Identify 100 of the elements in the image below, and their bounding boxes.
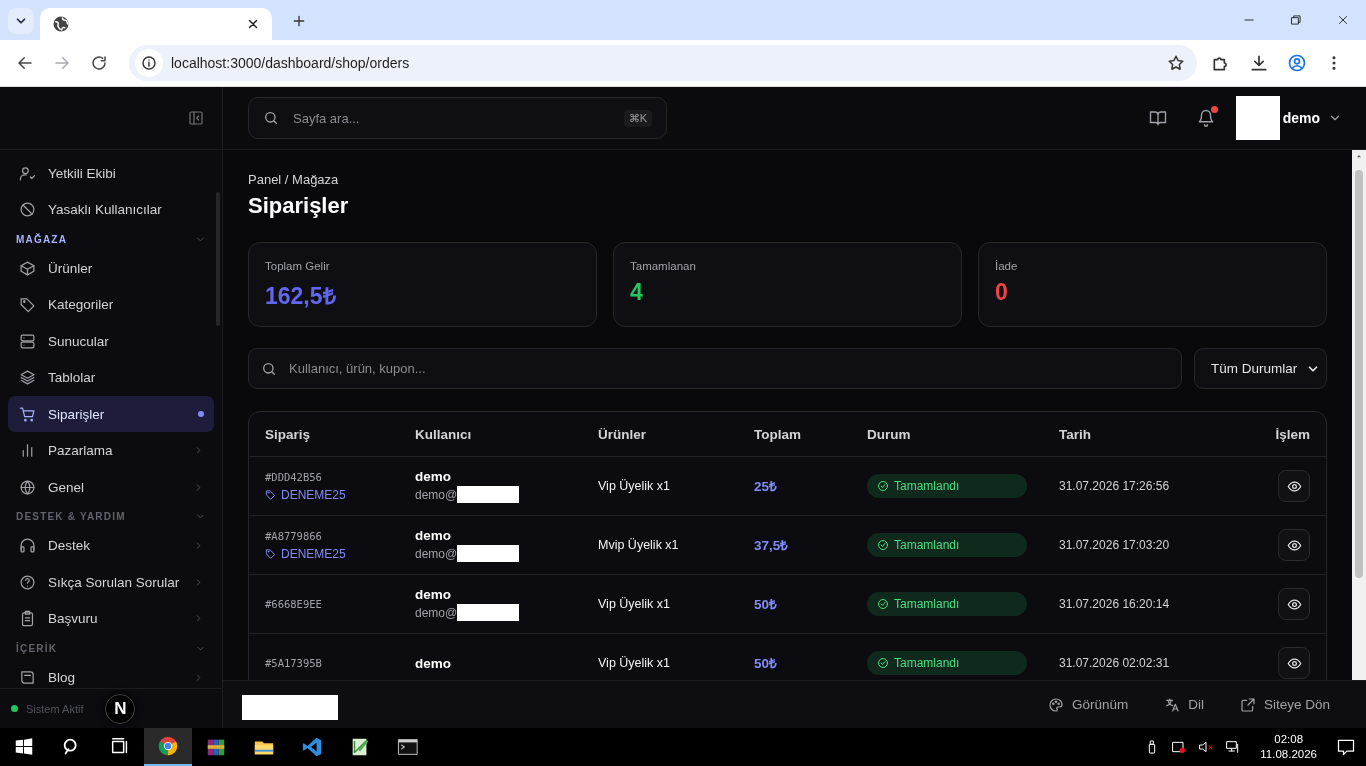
footer-link[interactable]: Görünüm <box>1047 696 1129 713</box>
sidebar-item[interactable]: Yasaklı Kullanıcılar <box>8 191 214 228</box>
clock[interactable]: 02:08 11.08.2026 <box>1260 732 1317 762</box>
user-name: demo <box>415 655 452 671</box>
external-link-icon <box>1239 696 1256 713</box>
sidebar-item[interactable]: Sunucular <box>8 323 214 359</box>
sidebar-item[interactable]: Pazarlama <box>8 432 214 469</box>
sidebar-item[interactable]: Sıkça Sorulan Sorular <box>8 564 214 600</box>
terminal-icon[interactable] <box>397 736 419 758</box>
sidebar-item[interactable]: Siparişler <box>8 396 214 432</box>
stat-value: 0 <box>995 279 1009 306</box>
bell-icon[interactable] <box>1196 109 1215 127</box>
redacted-block <box>457 545 520 562</box>
section-title: İÇERİK <box>16 642 58 654</box>
search-input[interactable]: Sayfa ara... <box>291 98 612 138</box>
eye-icon <box>1286 478 1302 494</box>
total-cell-text: 50₺ <box>754 655 779 672</box>
tag-icon <box>265 548 276 559</box>
column-header: Sipariş <box>265 426 312 442</box>
tag-icon <box>19 296 36 313</box>
eye-icon <box>1286 537 1302 553</box>
chrome-icon[interactable] <box>157 735 179 757</box>
stat-label: İade <box>995 260 1019 272</box>
date-cell-text: 31.07.2026 16:20:14 <box>1059 597 1171 611</box>
coupon-code: DENEME25 <box>281 546 346 561</box>
volume-muted-icon[interactable] <box>1198 739 1215 755</box>
view-button[interactable] <box>1278 470 1310 502</box>
order-id: #6668E9EE <box>265 598 323 610</box>
footer-link[interactable]: Dil <box>1164 696 1204 713</box>
status-dropdown[interactable]: Tüm Durumlar <box>1194 348 1327 389</box>
star-icon[interactable] <box>1167 54 1185 72</box>
order-id: #5A17395B <box>265 657 323 669</box>
view-button[interactable] <box>1278 529 1310 561</box>
restore-icon[interactable] <box>1288 13 1303 27</box>
sidebar-item[interactable]: Destek <box>8 527 214 564</box>
cart-icon <box>19 405 36 423</box>
column-header: Durum <box>867 426 912 442</box>
date-cell-text: 31.07.2026 17:03:20 <box>1059 538 1171 552</box>
profile-icon[interactable] <box>1287 53 1307 73</box>
total-cell-text: 25₺ <box>754 478 779 495</box>
user-name: demo <box>415 587 452 602</box>
product-cell-text: Vip Üyelik x1 <box>598 479 672 493</box>
book-icon[interactable] <box>1148 109 1167 127</box>
sidebar-item[interactable]: Genel <box>8 469 214 505</box>
column-header: Kullanıcı <box>415 426 473 442</box>
stat-value: 162,5₺ <box>265 282 337 311</box>
redacted-block <box>1235 96 1280 140</box>
back-arrow-icon[interactable] <box>16 54 34 72</box>
download-icon[interactable] <box>1249 53 1269 73</box>
user-email: demo@ <box>415 546 458 561</box>
address-bar[interactable]: localhost:3000/dashboard/shop/orders <box>129 45 1197 81</box>
sidebar-item[interactable]: Ürünler <box>8 250 214 286</box>
code-editor-icon[interactable] <box>301 736 323 758</box>
redacted-block <box>457 604 520 621</box>
user-name: demo <box>415 528 452 543</box>
close-icon[interactable] <box>246 17 260 31</box>
url-text: localhost:3000/dashboard/shop/orders <box>171 55 410 71</box>
section-title: DESTEK & YARDIM <box>16 511 126 522</box>
sidebar-item[interactable]: Yetkili Ekibi <box>8 155 214 191</box>
sidebar-item[interactable]: Başvuru <box>8 600 214 637</box>
translate-icon <box>1164 696 1181 713</box>
status-badge: Tamamlandı <box>867 474 1027 498</box>
notifications-icon[interactable] <box>1336 737 1356 757</box>
status-badge: Tamamlandı <box>867 651 1027 675</box>
column-header: Tarih <box>1059 426 1092 442</box>
check-circle-icon <box>877 480 889 492</box>
column-header: İşlem <box>1275 426 1311 442</box>
server-icon <box>19 332 36 350</box>
status-text: Sistem Aktif <box>26 702 84 715</box>
sidebar-item[interactable]: Kategoriler <box>8 286 214 323</box>
dev-tools-button[interactable]: N <box>105 693 136 724</box>
stat-value: 4 <box>630 279 644 306</box>
product-cell-text: Vip Üyelik x1 <box>598 656 672 670</box>
page-search-field[interactable]: Sayfa ara... ⌘K <box>248 97 667 139</box>
footer-link[interactable]: Siteye Dön <box>1239 696 1330 713</box>
user-check-icon <box>19 164 36 182</box>
date-cell-text: 31.07.2026 02:02:31 <box>1059 656 1171 670</box>
section-title: MAĞAZA <box>16 233 68 245</box>
collapse-sidebar-icon[interactable] <box>188 110 204 126</box>
product-cell-text: Vip Üyelik x1 <box>598 597 672 611</box>
eye-icon <box>1286 596 1302 612</box>
selected-dot <box>198 411 204 417</box>
sidebar-item[interactable]: Blog <box>8 659 214 688</box>
windows-icon[interactable] <box>13 736 35 758</box>
stat-label: Toplam Gelir <box>265 260 331 272</box>
total-cell-text: 50₺ <box>754 596 779 613</box>
globe-icon <box>52 15 70 33</box>
user-menu-name[interactable]: demo <box>1282 110 1320 126</box>
tab-list-button[interactable] <box>8 8 34 34</box>
view-button[interactable] <box>1278 588 1310 620</box>
reload-icon[interactable] <box>90 54 108 72</box>
sidebar-item[interactable]: Tablolar <box>8 359 214 396</box>
shortcut-hint: ⌘K <box>623 109 652 127</box>
security-icon[interactable] <box>1171 739 1188 755</box>
scrollbar[interactable] <box>1352 150 1366 680</box>
tag-icon <box>265 489 276 500</box>
status-badge: Tamamlandı <box>867 533 1027 557</box>
view-button[interactable] <box>1278 647 1310 679</box>
total-cell-text: 37,5₺ <box>754 537 790 554</box>
info-icon[interactable] <box>141 55 157 71</box>
